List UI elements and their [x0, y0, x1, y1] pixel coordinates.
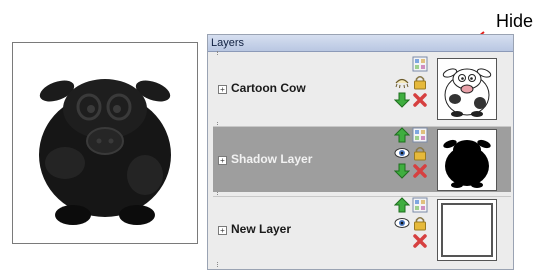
- delete-layer-icon[interactable]: [412, 233, 428, 249]
- eye-icon[interactable]: [394, 215, 410, 231]
- layer-thumbnail[interactable]: [437, 58, 497, 120]
- delete-layer-icon[interactable]: [412, 163, 428, 179]
- cow-thumbnail-icon: [442, 68, 492, 117]
- layer-row-shadow-layer[interactable]: + Shadow Layer: [213, 126, 511, 192]
- lock-icon[interactable]: [412, 145, 428, 161]
- expand-toggle-icon[interactable]: +: [218, 156, 227, 165]
- expand-toggle-icon[interactable]: +: [218, 85, 227, 94]
- layer-name: Shadow Layer: [231, 152, 313, 166]
- eye-icon[interactable]: [394, 145, 410, 161]
- eye-closed-icon[interactable]: [394, 74, 410, 90]
- empty-thumbnail-icon: [441, 203, 493, 257]
- properties-icon[interactable]: [412, 197, 428, 213]
- lock-icon[interactable]: [412, 74, 428, 90]
- shadow-thumbnail-icon: [443, 139, 491, 188]
- layer-thumbnail[interactable]: [437, 129, 497, 191]
- layers-panel-title: Layers: [208, 35, 513, 52]
- layer-row-cartoon-cow[interactable]: + Cartoon Cow: [213, 56, 511, 122]
- properties-icon[interactable]: [412, 127, 428, 143]
- expand-toggle-icon[interactable]: +: [218, 226, 227, 235]
- layers-panel: Layers + Cartoon Cow + Shadow Layer + Ne…: [207, 34, 514, 270]
- canvas-preview: [12, 42, 198, 244]
- shadow-cow-illustration: [39, 79, 171, 225]
- move-up-icon[interactable]: [394, 127, 410, 143]
- move-down-icon[interactable]: [394, 92, 410, 108]
- layer-name: New Layer: [231, 222, 292, 236]
- lock-icon[interactable]: [412, 215, 428, 231]
- delete-layer-icon[interactable]: [412, 92, 428, 108]
- move-down-icon[interactable]: [394, 163, 410, 179]
- layer-thumbnail[interactable]: [437, 199, 497, 261]
- move-up-icon[interactable]: [394, 197, 410, 213]
- layer-name: Cartoon Cow: [231, 81, 306, 95]
- hide-annotation-label: Hide: [496, 11, 534, 31]
- layer-row-new-layer[interactable]: + New Layer: [213, 196, 511, 262]
- properties-icon[interactable]: [412, 56, 428, 72]
